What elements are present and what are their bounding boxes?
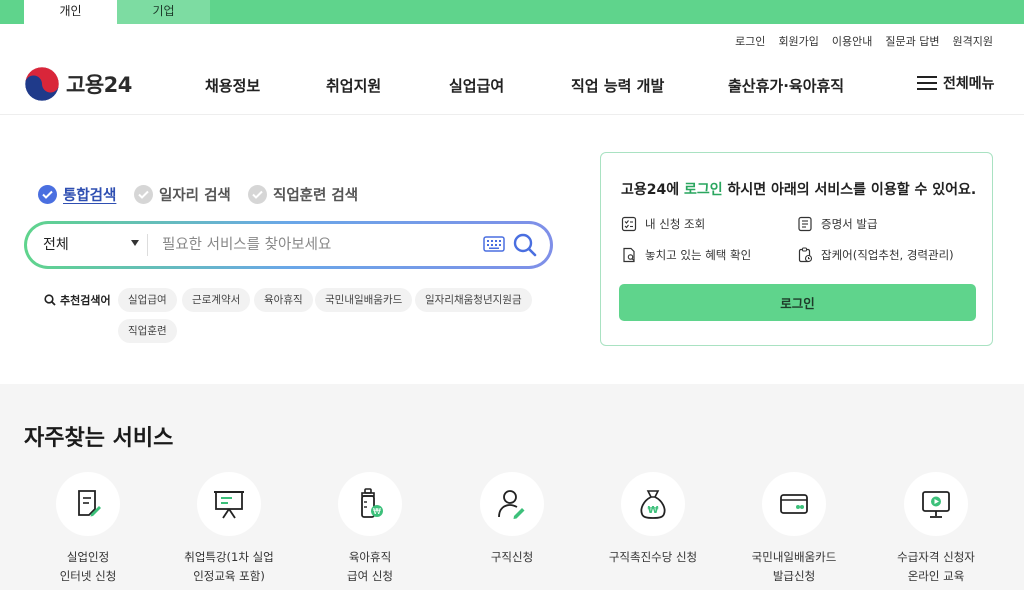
service-jobcare: 잡케어(직업추천, 경력관리) xyxy=(797,247,954,263)
login-button[interactable]: 로그인 xyxy=(619,284,976,321)
service-tile-learning-card[interactable]: 국민내일배움카드 발급신청 xyxy=(724,472,864,586)
keyword-chip[interactable]: 육아휴직 xyxy=(254,288,313,312)
recommend-label: 추천검색어 xyxy=(44,292,111,308)
keyboard-icon[interactable] xyxy=(483,236,505,252)
tile-icon-wrap: ₩ xyxy=(621,472,685,536)
tile-label: 국민내일배움카드 발급신청 xyxy=(751,550,837,583)
baby-bottle-icon: ₩ xyxy=(361,488,383,518)
tab-corporate[interactable]: 기업 xyxy=(117,0,210,24)
tile-label: 취업특강(1차 실업 인정교육 포함) xyxy=(184,550,274,583)
utility-links: 로그인 회원가입 이용안내 질문과 답변 원격지원 xyxy=(735,33,993,49)
nav-item-employment-support[interactable]: 취업지원 xyxy=(326,75,381,96)
nav-item-unemployment-benefit[interactable]: 실업급여 xyxy=(449,75,504,96)
frequent-services-section: 자주찾는 서비스 실업인정 인터넷 신청 취업특강(1차 실업 인정교육 포함) xyxy=(0,384,1024,590)
search-box: 전체 xyxy=(24,221,553,269)
login-card: 고용24에 로그인 하시면 아래의 서비스를 이용할 수 있어요. 내 신청 조… xyxy=(600,152,993,346)
guide-link[interactable]: 이용안내 xyxy=(832,33,872,49)
taegeuk-logo-icon xyxy=(24,66,60,102)
signup-link[interactable]: 회원가입 xyxy=(778,33,818,49)
logo-text: 고용24 xyxy=(66,73,132,97)
tile-icon-wrap xyxy=(904,472,968,536)
login-card-title-pre: 고용24에 xyxy=(621,182,684,198)
card-icon xyxy=(780,494,808,514)
search-divider xyxy=(147,234,148,256)
service-tile-employment-lecture[interactable]: 취업특강(1차 실업 인정교육 포함) xyxy=(159,472,299,586)
section-title: 자주찾는 서비스 xyxy=(24,426,174,451)
service-missed-benefits: 놓치고 있는 혜택 확인 xyxy=(621,247,751,263)
service-tile-online-education[interactable]: 수급자격 신청자 온라인 교육 xyxy=(866,472,1006,586)
service-tile-job-promotion-allowance[interactable]: ₩ 구직촉진수당 신청 xyxy=(583,472,723,567)
hamburger-icon xyxy=(917,75,937,91)
tile-icon-wrap xyxy=(480,472,544,536)
caret-down-icon[interactable] xyxy=(131,240,139,246)
service-tile-unemployment-recognition[interactable]: 실업인정 인터넷 신청 xyxy=(18,472,158,586)
check-icon xyxy=(134,185,153,204)
certificate-icon xyxy=(798,216,812,232)
all-menu-label: 전체메뉴 xyxy=(943,76,995,92)
svg-text:₩: ₩ xyxy=(373,507,381,516)
qna-link[interactable]: 질문과 답변 xyxy=(885,33,939,49)
search-icon[interactable] xyxy=(512,232,538,258)
remote-support-link[interactable]: 원격지원 xyxy=(953,33,993,49)
tab-training-search[interactable]: 직업훈련 검색 xyxy=(248,184,358,205)
document-pen-icon xyxy=(78,490,101,517)
login-card-title-highlight: 로그인 xyxy=(684,182,723,198)
service-tile-parental-leave-benefit[interactable]: ₩ 육아휴직 급여 신청 xyxy=(300,472,440,586)
service-my-applications: 내 신청 조회 xyxy=(621,216,705,232)
service-label: 내 신청 조회 xyxy=(645,217,706,231)
service-label: 잡케어(직업추천, 경력관리) xyxy=(821,248,954,262)
service-tile-job-application[interactable]: 구직신청 xyxy=(442,472,582,567)
search-icon xyxy=(44,294,56,306)
keyword-chip[interactable]: 국민내일배움카드 xyxy=(315,288,413,312)
keyword-chip[interactable]: 실업급여 xyxy=(118,288,177,312)
service-label: 증명서 발급 xyxy=(821,217,878,231)
tile-icon-wrap xyxy=(762,472,826,536)
search-scope-select[interactable]: 전체 xyxy=(43,234,69,254)
nav-item-vocational-training[interactable]: 직업 능력 개발 xyxy=(571,75,664,96)
service-label: 놓치고 있는 혜택 확인 xyxy=(645,248,752,262)
site-logo[interactable]: 고용24 xyxy=(24,66,132,102)
header-divider xyxy=(0,114,1024,115)
money-bag-icon: ₩ xyxy=(640,490,666,519)
keyword-chip[interactable]: 일자리채움청년지원금 xyxy=(415,288,532,312)
keyword-chip[interactable]: 직업훈련 xyxy=(118,319,177,343)
tile-icon-wrap xyxy=(197,472,261,536)
nav-item-parental-leave[interactable]: 출산휴가·육아휴직 xyxy=(728,75,844,96)
tab-job-search[interactable]: 일자리 검색 xyxy=(134,184,231,205)
tab-training-search-label: 직업훈련 검색 xyxy=(273,188,359,204)
login-link[interactable]: 로그인 xyxy=(735,33,765,49)
tile-label: 구직촉진수당 신청 xyxy=(608,550,698,564)
search-input[interactable] xyxy=(162,232,472,258)
tile-label: 구직신청 xyxy=(490,550,534,564)
check-icon xyxy=(248,185,267,204)
checklist-icon xyxy=(621,216,637,232)
login-card-title-post: 하시면 아래의 서비스를 이용할 수 있어요. xyxy=(722,182,977,198)
tile-label: 실업인정 인터넷 신청 xyxy=(59,550,117,583)
login-card-title: 고용24에 로그인 하시면 아래의 서비스를 이용할 수 있어요. xyxy=(621,179,976,199)
check-icon xyxy=(38,185,57,204)
nav-item-jobs[interactable]: 채용정보 xyxy=(205,75,260,96)
audience-bar: 개인 기업 xyxy=(0,0,1024,24)
tile-label: 수급자격 신청자 온라인 교육 xyxy=(897,550,975,583)
all-menu-button[interactable]: 전체메뉴 xyxy=(917,73,995,93)
document-search-icon xyxy=(623,247,635,263)
svg-text:₩: ₩ xyxy=(647,505,658,516)
recommend-label-text: 추천검색어 xyxy=(60,294,111,307)
presentation-board-icon xyxy=(214,491,244,519)
person-pen-icon xyxy=(498,490,525,519)
tab-personal[interactable]: 개인 xyxy=(24,0,117,24)
tab-integrated-search-label: 통합검색 xyxy=(63,188,117,204)
tab-integrated-search[interactable]: 통합검색 xyxy=(38,184,116,205)
monitor-play-icon xyxy=(922,491,950,518)
keyword-chip[interactable]: 근로계약서 xyxy=(182,288,251,312)
tile-icon-wrap: ₩ xyxy=(338,472,402,536)
tile-icon-wrap xyxy=(56,472,120,536)
clipboard-clock-icon xyxy=(798,247,813,263)
service-certificate: 증명서 발급 xyxy=(797,216,878,232)
tile-label: 육아휴직 급여 신청 xyxy=(347,550,393,583)
tab-job-search-label: 일자리 검색 xyxy=(159,188,231,204)
